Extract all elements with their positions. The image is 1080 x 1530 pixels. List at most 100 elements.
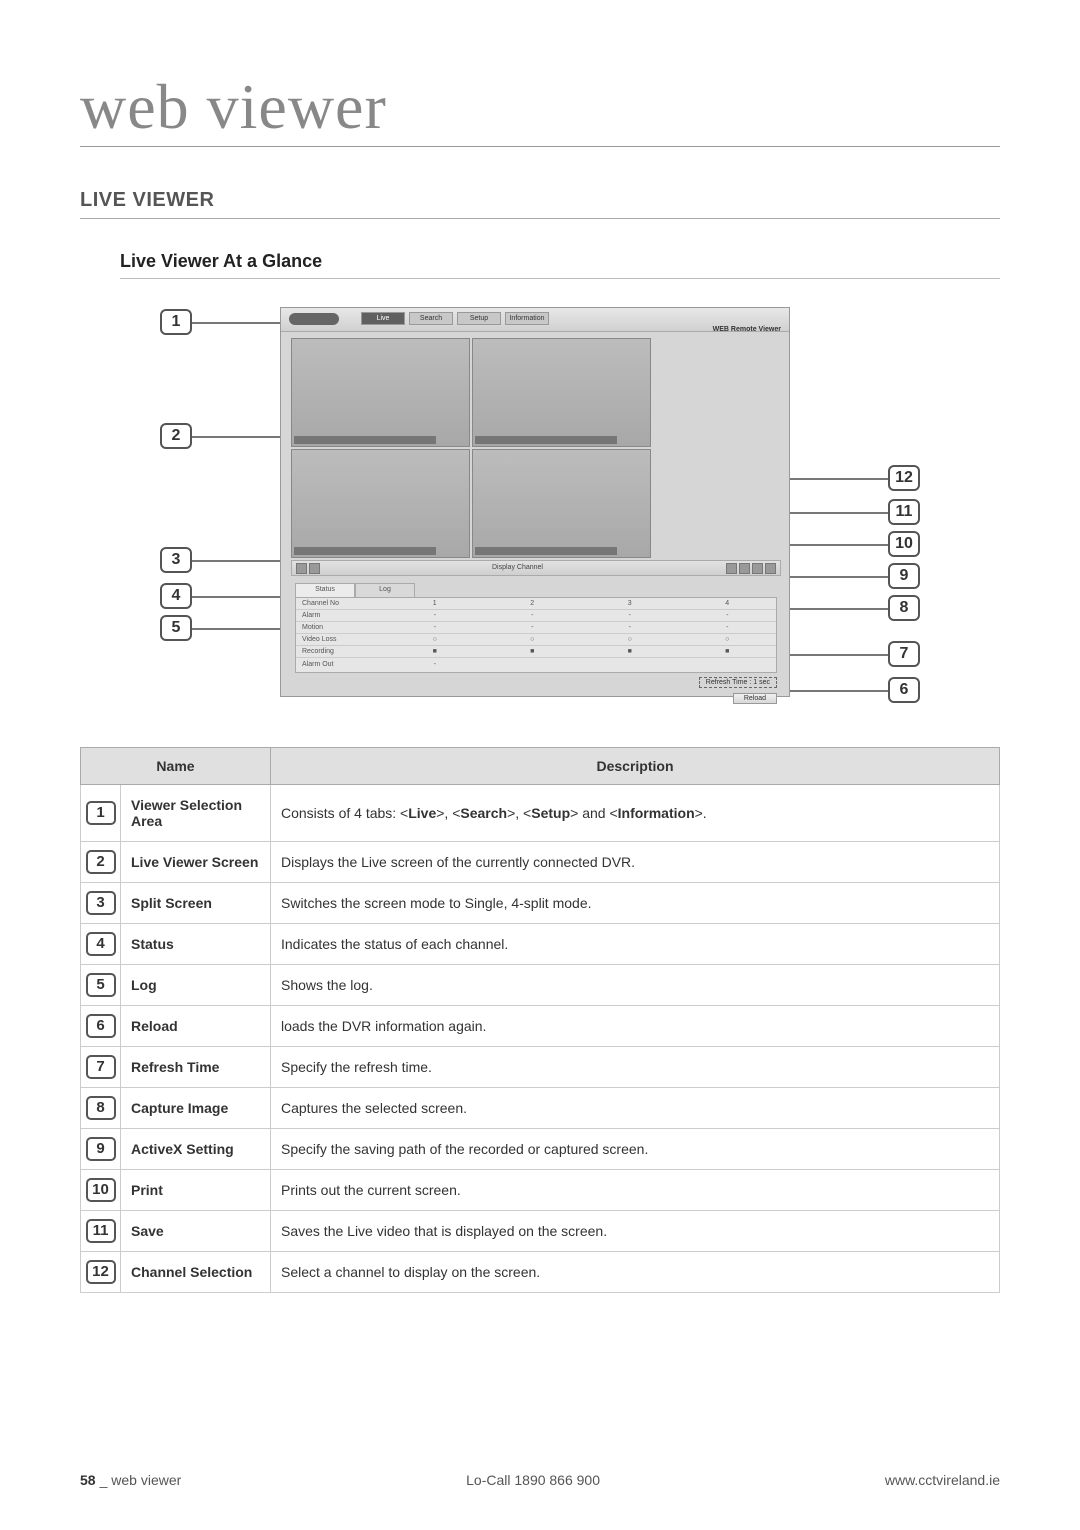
desc-bold: Information xyxy=(618,805,695,821)
desc-text: > and < xyxy=(570,805,618,821)
row-number-badge: 8 xyxy=(86,1096,116,1120)
row-number-badge: 10 xyxy=(86,1178,116,1202)
log-tab[interactable]: Log xyxy=(355,583,415,597)
table-row: 7 Refresh Time Specify the refresh time. xyxy=(81,1047,1000,1088)
page-title: web viewer xyxy=(80,70,1000,147)
callout-10: 10 xyxy=(888,531,920,557)
callout-line xyxy=(788,576,888,578)
table-row: 6 Reload loads the DVR information again… xyxy=(81,1006,1000,1047)
callout-12: 12 xyxy=(888,465,920,491)
diagram-area: 1 2 3 4 5 12 11 10 9 8 7 6 Live xyxy=(160,297,920,717)
row-number-badge: 2 xyxy=(86,850,116,874)
callout-line xyxy=(788,544,888,546)
web-remote-viewer-label: WEB Remote Viewer xyxy=(713,326,781,333)
tab-setup[interactable]: Setup xyxy=(457,312,501,325)
row-label: Recording xyxy=(296,648,386,655)
row-description: Specify the saving path of the recorded … xyxy=(271,1129,1000,1170)
row-cell: - xyxy=(484,624,582,631)
callout-4: 4 xyxy=(160,583,192,609)
row-description: Consists of 4 tabs: <Live>, <Search>, <S… xyxy=(271,785,1000,842)
row-cell: ■ xyxy=(679,648,777,655)
row-description: Specify the refresh time. xyxy=(271,1047,1000,1088)
logo-icon xyxy=(289,313,339,325)
camera-tile[interactable] xyxy=(472,338,651,447)
desc-bold: Setup xyxy=(531,805,570,821)
row-cell: - xyxy=(386,624,484,631)
row-description: Saves the Live video that is displayed o… xyxy=(271,1211,1000,1252)
callout-5: 5 xyxy=(160,615,192,641)
save-icon[interactable] xyxy=(726,563,737,574)
desc-text: >. xyxy=(695,805,707,821)
page-number: 58 xyxy=(80,1472,96,1488)
row-cell: - xyxy=(484,612,582,619)
footer-left: 58_ web viewer xyxy=(80,1472,181,1488)
tab-search[interactable]: Search xyxy=(409,312,453,325)
status-table: Channel No 1 2 3 4 Alarm - - - - Motion … xyxy=(295,597,777,673)
camera-tile[interactable] xyxy=(291,338,470,447)
row-cell: ○ xyxy=(581,636,679,643)
row-cell: - xyxy=(386,661,484,668)
desc-text: >, < xyxy=(507,805,531,821)
row-number-badge: 5 xyxy=(86,973,116,997)
table-row: 1 Viewer Selection Area Consists of 4 ta… xyxy=(81,785,1000,842)
status-tab[interactable]: Status xyxy=(295,583,355,597)
print-icon[interactable] xyxy=(739,563,750,574)
single-view-icon[interactable] xyxy=(296,563,307,574)
row-cell: ■ xyxy=(484,648,582,655)
table-row: 5 Log Shows the log. xyxy=(81,965,1000,1006)
split-view-icon[interactable] xyxy=(309,563,320,574)
subsection-heading: Live Viewer At a Glance xyxy=(120,251,1000,279)
desc-bold: Live xyxy=(408,805,436,821)
tab-live[interactable]: Live xyxy=(361,312,405,325)
footer-center: Lo-Call 1890 866 900 xyxy=(466,1472,600,1488)
tab-information[interactable]: Information xyxy=(505,312,549,325)
row-label: Alarm Out xyxy=(296,661,386,668)
row-name: Reload xyxy=(121,1006,271,1047)
table-row: 9 ActiveX Setting Specify the saving pat… xyxy=(81,1129,1000,1170)
refresh-time-box[interactable]: Refresh Time : 1 sec xyxy=(699,677,777,688)
row-cell: ■ xyxy=(386,648,484,655)
camera-tile[interactable] xyxy=(472,449,651,558)
row-cell: - xyxy=(386,612,484,619)
callout-11: 11 xyxy=(888,499,920,525)
row-number-badge: 4 xyxy=(86,932,116,956)
callout-line xyxy=(192,436,284,438)
callout-1: 1 xyxy=(160,309,192,335)
row-number-badge: 11 xyxy=(86,1219,116,1243)
row-description: Switches the screen mode to Single, 4-sp… xyxy=(271,883,1000,924)
footer-section-label: web viewer xyxy=(111,1472,181,1488)
row-name: Channel Selection xyxy=(121,1252,271,1293)
camera-tile[interactable] xyxy=(291,449,470,558)
row-name: Log xyxy=(121,965,271,1006)
callout-line xyxy=(788,512,888,514)
desc-text: >, < xyxy=(436,805,460,821)
table-row: 8 Capture Image Captures the selected sc… xyxy=(81,1088,1000,1129)
table-header-description: Description xyxy=(271,748,1000,785)
row-name: Viewer Selection Area xyxy=(121,785,271,842)
row-cell: 2 xyxy=(484,600,582,607)
camera-grid xyxy=(291,338,651,558)
callout-line xyxy=(788,478,888,480)
row-cell: 4 xyxy=(679,600,777,607)
bottom-controls-2: Reload xyxy=(655,693,777,704)
row-cell: ■ xyxy=(581,648,679,655)
row-cell: 1 xyxy=(386,600,484,607)
row-description: Select a channel to display on the scree… xyxy=(271,1252,1000,1293)
callout-3: 3 xyxy=(160,547,192,573)
activex-icon[interactable] xyxy=(752,563,763,574)
callout-line xyxy=(192,596,284,598)
row-cell: - xyxy=(581,612,679,619)
toolbar: Display Channel xyxy=(291,560,781,576)
row-cell: ○ xyxy=(679,636,777,643)
capture-icon[interactable] xyxy=(765,563,776,574)
callout-7: 7 xyxy=(888,641,920,667)
footer-right: www.cctvireland.ie xyxy=(885,1472,1000,1488)
table-row: 4 Status Indicates the status of each ch… xyxy=(81,924,1000,965)
row-label: Motion xyxy=(296,624,386,631)
callout-line xyxy=(788,608,888,610)
reload-button[interactable]: Reload xyxy=(733,693,777,704)
table-row: 2 Live Viewer Screen Displays the Live s… xyxy=(81,842,1000,883)
row-description: Displays the Live screen of the currentl… xyxy=(271,842,1000,883)
row-cell: - xyxy=(581,624,679,631)
row-name: Save xyxy=(121,1211,271,1252)
